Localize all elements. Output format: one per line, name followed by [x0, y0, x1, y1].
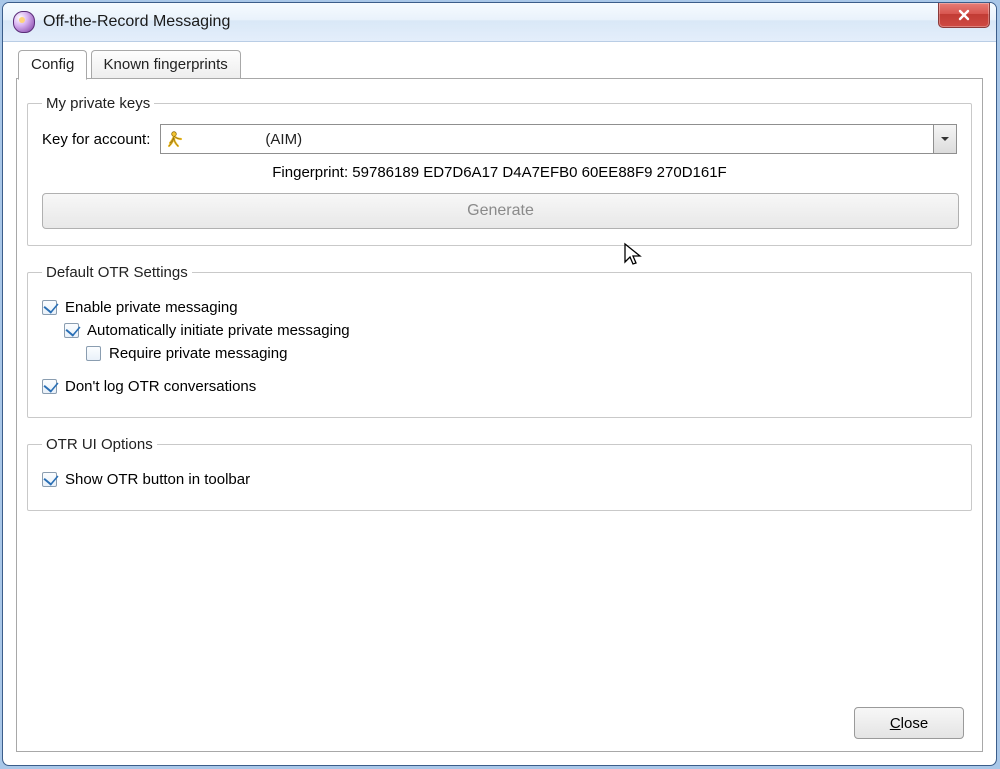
group-default-otr-settings-legend: Default OTR Settings	[42, 264, 192, 281]
dialog-window: Off-the-Record Messaging Config Known fi…	[2, 2, 997, 766]
group-otr-ui-options-legend: OTR UI Options	[42, 436, 157, 453]
row-dont-log: Don't log OTR conversations	[42, 378, 957, 395]
row-require-private: Require private messaging	[42, 345, 957, 362]
titlebar[interactable]: Off-the-Record Messaging	[3, 3, 996, 42]
row-auto-initiate: Automatically initiate private messaging	[42, 322, 957, 339]
group-otr-ui-options: OTR UI Options Show OTR button in toolba…	[27, 436, 972, 511]
row-enable-private-messaging: Enable private messaging	[42, 299, 957, 316]
checkbox-require-private[interactable]	[86, 346, 101, 361]
generate-button[interactable]: Generate	[42, 193, 959, 229]
label-enable-private-messaging: Enable private messaging	[65, 299, 238, 316]
label-show-otr-button: Show OTR button in toolbar	[65, 471, 250, 488]
close-button-label: Close	[890, 715, 928, 732]
chevron-down-icon	[940, 134, 950, 144]
account-select[interactable]: (AIM)	[160, 124, 957, 154]
window-title: Off-the-Record Messaging	[43, 13, 230, 31]
aim-icon	[167, 130, 185, 148]
close-icon	[957, 8, 971, 22]
label-dont-log: Don't log OTR conversations	[65, 378, 256, 395]
tab-config[interactable]: Config	[18, 50, 87, 80]
dialog-footer: Close	[854, 707, 964, 739]
generate-button-label: Generate	[467, 202, 534, 220]
checkbox-auto-initiate[interactable]	[64, 323, 79, 338]
fingerprint-text: Fingerprint: 59786189 ED7D6A17 D4A7EFB0 …	[42, 164, 957, 181]
tab-page-config: My private keys Key for account: (AIM)	[16, 78, 983, 752]
label-key-for-account: Key for account:	[42, 131, 150, 148]
tab-bar: Config Known fingerprints	[12, 48, 987, 78]
row-key-for-account: Key for account: (AIM)	[42, 124, 957, 154]
row-show-otr-button: Show OTR button in toolbar	[42, 471, 957, 488]
group-private-keys-legend: My private keys	[42, 95, 154, 112]
client-area: Config Known fingerprints My private key…	[12, 48, 987, 756]
close-button[interactable]: Close	[854, 707, 964, 739]
checkbox-show-otr-button[interactable]	[42, 472, 57, 487]
label-require-private: Require private messaging	[109, 345, 287, 362]
account-select-dropdown-button[interactable]	[933, 125, 956, 153]
checkbox-enable-private-messaging[interactable]	[42, 300, 57, 315]
group-private-keys: My private keys Key for account: (AIM)	[27, 95, 972, 246]
window-close-button[interactable]	[938, 3, 990, 28]
app-icon	[13, 11, 35, 33]
checkbox-dont-log[interactable]	[42, 379, 57, 394]
tab-known-fingerprints[interactable]: Known fingerprints	[91, 50, 241, 79]
label-auto-initiate: Automatically initiate private messaging	[87, 322, 350, 339]
group-default-otr-settings: Default OTR Settings Enable private mess…	[27, 264, 972, 418]
account-select-text: (AIM)	[185, 131, 933, 148]
